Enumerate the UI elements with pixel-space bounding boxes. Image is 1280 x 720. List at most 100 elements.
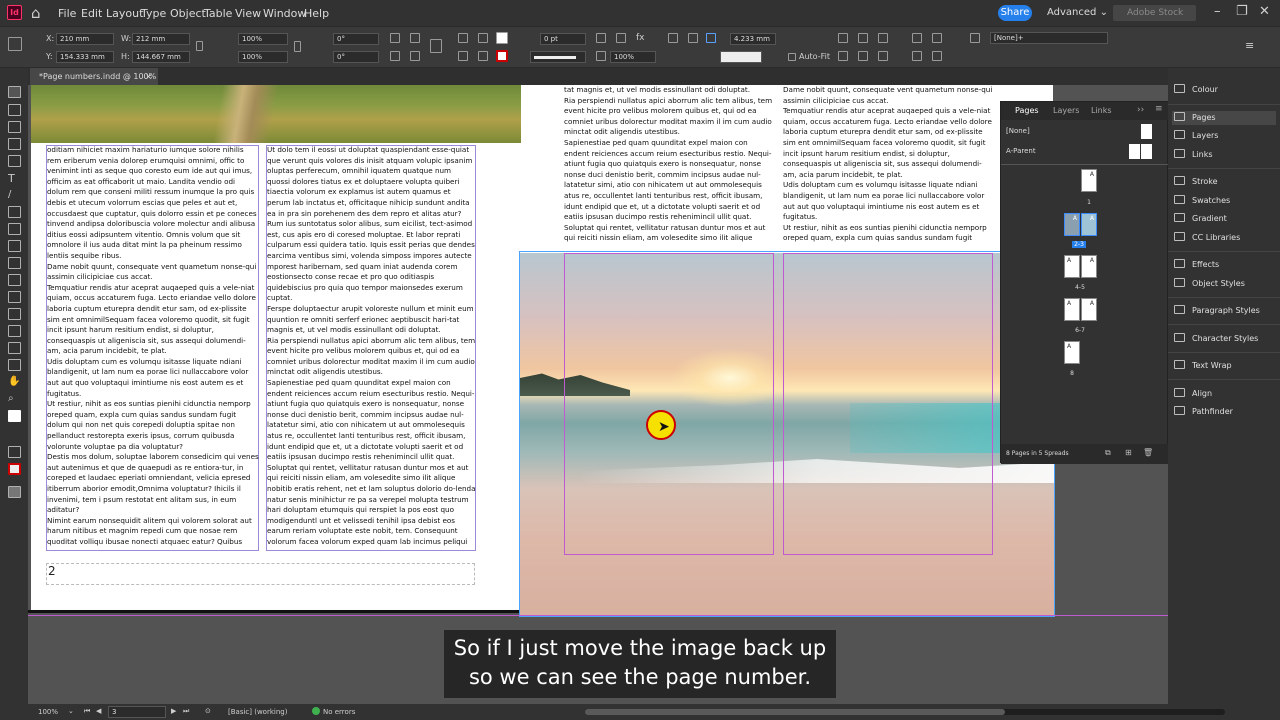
- fill-color-icon[interactable]: [8, 410, 21, 422]
- tab-close-icon[interactable]: ×: [145, 68, 152, 85]
- selection-bounding-box[interactable]: [519, 251, 1055, 617]
- pencil-tool-icon[interactable]: [8, 223, 21, 235]
- page-number-frame[interactable]: 2: [46, 563, 475, 585]
- page-thumb-8[interactable]: A: [1064, 341, 1080, 364]
- page-thumb-5[interactable]: A: [1081, 255, 1097, 278]
- scale-y-field[interactable]: 100%: [238, 51, 288, 63]
- dock-object-styles[interactable]: Object Styles: [1174, 277, 1245, 291]
- hand-tool-icon[interactable]: ✋: [8, 376, 21, 388]
- dock-effects[interactable]: Effects: [1174, 258, 1219, 272]
- rotate-ccw-icon[interactable]: [410, 33, 420, 43]
- pasteboard[interactable]: oditiam nihiciet maxim hariaturio iumque…: [28, 85, 1168, 707]
- fit-content-icon[interactable]: [668, 33, 678, 43]
- align-bottom-icon[interactable]: [878, 51, 888, 61]
- menu-view[interactable]: View: [235, 7, 261, 20]
- object-style-select[interactable]: [None]+: [990, 32, 1108, 44]
- frame-icon[interactable]: [596, 33, 606, 43]
- restore-icon[interactable]: ❐: [1236, 4, 1248, 19]
- menu-object[interactable]: Object: [170, 7, 206, 20]
- screen-mode-icon[interactable]: [8, 486, 21, 498]
- dock-pages[interactable]: Pages: [1172, 111, 1276, 125]
- menu-type[interactable]: Type: [141, 7, 166, 20]
- select-content-icon[interactable]: [478, 33, 488, 43]
- fit-frame-icon[interactable]: [688, 33, 698, 43]
- color-field[interactable]: [720, 51, 762, 63]
- select-next-icon[interactable]: [478, 51, 488, 61]
- master-a-right-thumb[interactable]: [1141, 144, 1152, 159]
- direct-selection-tool-icon[interactable]: [8, 104, 21, 116]
- note-tool-icon[interactable]: [8, 342, 21, 354]
- panel-menu-icon[interactable]: ≡: [1155, 104, 1163, 114]
- autofit-checkbox[interactable]: [788, 53, 796, 61]
- p-reference-icon[interactable]: [430, 39, 442, 53]
- y-field[interactable]: 154.333 mm: [56, 51, 114, 63]
- dock-colour[interactable]: Colour: [1174, 83, 1218, 97]
- gap-tool-icon[interactable]: [8, 138, 21, 150]
- constrain-link-icon[interactable]: [196, 41, 203, 51]
- menu-edit[interactable]: Edit: [81, 7, 102, 20]
- formatting-container-icon[interactable]: [8, 446, 21, 458]
- dock-links[interactable]: Links: [1174, 148, 1213, 162]
- select-container-icon[interactable]: [458, 33, 468, 43]
- align-top-icon[interactable]: [838, 51, 848, 61]
- selection-tool-icon[interactable]: [8, 86, 21, 98]
- align-middle-icon[interactable]: [858, 51, 868, 61]
- master-none-thumb[interactable]: [1141, 124, 1152, 139]
- edit-page-size-icon[interactable]: ⧉: [1105, 448, 1111, 458]
- scale-x-field[interactable]: 100%: [238, 33, 288, 45]
- dock-layers[interactable]: Layers: [1174, 129, 1218, 143]
- gradient-feather-tool-icon[interactable]: [8, 325, 21, 337]
- rectangle-tool-icon[interactable]: [8, 257, 21, 269]
- home-icon[interactable]: ⌂: [31, 4, 41, 22]
- preflight-errors[interactable]: No errors: [323, 708, 355, 716]
- page-2[interactable]: oditiam nihiciet maxim hariaturio iumque…: [31, 85, 521, 610]
- zoom-dropdown-icon[interactable]: ⌄: [68, 707, 74, 715]
- page-thumb-4[interactable]: A: [1064, 255, 1080, 278]
- horizontal-scrollbar[interactable]: [585, 709, 1225, 715]
- minimize-icon[interactable]: –: [1214, 4, 1221, 19]
- dock-pathfinder[interactable]: Pathfinder: [1174, 405, 1233, 419]
- dock-cc-libraries[interactable]: CC Libraries: [1174, 231, 1240, 245]
- master-a-left-thumb[interactable]: [1129, 144, 1140, 159]
- apply-none-icon[interactable]: [8, 463, 21, 475]
- stroke-type-select[interactable]: [530, 51, 586, 63]
- dock-align[interactable]: Align: [1174, 387, 1212, 401]
- page-thumb-3[interactable]: A: [1081, 213, 1097, 236]
- align-right-icon[interactable]: [878, 33, 888, 43]
- collapse-icon[interactable]: ››: [1137, 105, 1144, 115]
- zoom-tool-icon[interactable]: ⌕: [8, 393, 21, 405]
- scissors-tool-icon[interactable]: [8, 274, 21, 286]
- opacity-field[interactable]: 100%: [610, 51, 656, 63]
- dock-stroke[interactable]: Stroke: [1174, 175, 1218, 189]
- height-field[interactable]: 144.667 mm: [132, 51, 190, 63]
- gap-field[interactable]: 4.233 mm: [730, 33, 776, 45]
- tab-links[interactable]: Links: [1091, 106, 1112, 115]
- rectangle-frame-tool-icon[interactable]: [8, 240, 21, 252]
- dock-gradient[interactable]: Gradient: [1174, 212, 1227, 226]
- landscape-photo[interactable]: [31, 85, 521, 143]
- menu-table[interactable]: Table: [204, 7, 232, 20]
- stroke-swatch-icon[interactable]: [496, 50, 508, 62]
- stock-search-input[interactable]: Adobe Stock: [1113, 5, 1196, 21]
- distribute-bottom-icon[interactable]: [932, 51, 942, 61]
- master-none[interactable]: [None]: [1006, 127, 1030, 135]
- next-page-icon[interactable]: ▶: [171, 707, 176, 715]
- select-prev-icon[interactable]: [458, 51, 468, 61]
- delete-page-icon[interactable]: 🗑: [1143, 448, 1153, 457]
- page-tool-icon[interactable]: [8, 121, 21, 133]
- workspace-switcher[interactable]: Advanced ⌄: [1047, 7, 1108, 18]
- fill-swatch-icon[interactable]: [496, 32, 508, 44]
- distribute-top-icon[interactable]: [912, 51, 922, 61]
- first-page-icon[interactable]: ⏮: [84, 707, 90, 716]
- close-icon[interactable]: ✕: [1259, 4, 1270, 19]
- align-left-icon[interactable]: [838, 33, 848, 43]
- preflight-profile[interactable]: [Basic] (working): [228, 708, 287, 716]
- free-transform-tool-icon[interactable]: [8, 291, 21, 303]
- menu-window[interactable]: Window: [263, 7, 306, 20]
- new-page-icon[interactable]: ⊞: [1125, 448, 1132, 457]
- share-button[interactable]: Share: [998, 5, 1032, 21]
- gradient-swatch-tool-icon[interactable]: [8, 308, 21, 320]
- fx-icon[interactable]: fx: [636, 33, 646, 43]
- menu-help[interactable]: Help: [304, 7, 329, 20]
- page-thumb-1[interactable]: A: [1081, 169, 1097, 192]
